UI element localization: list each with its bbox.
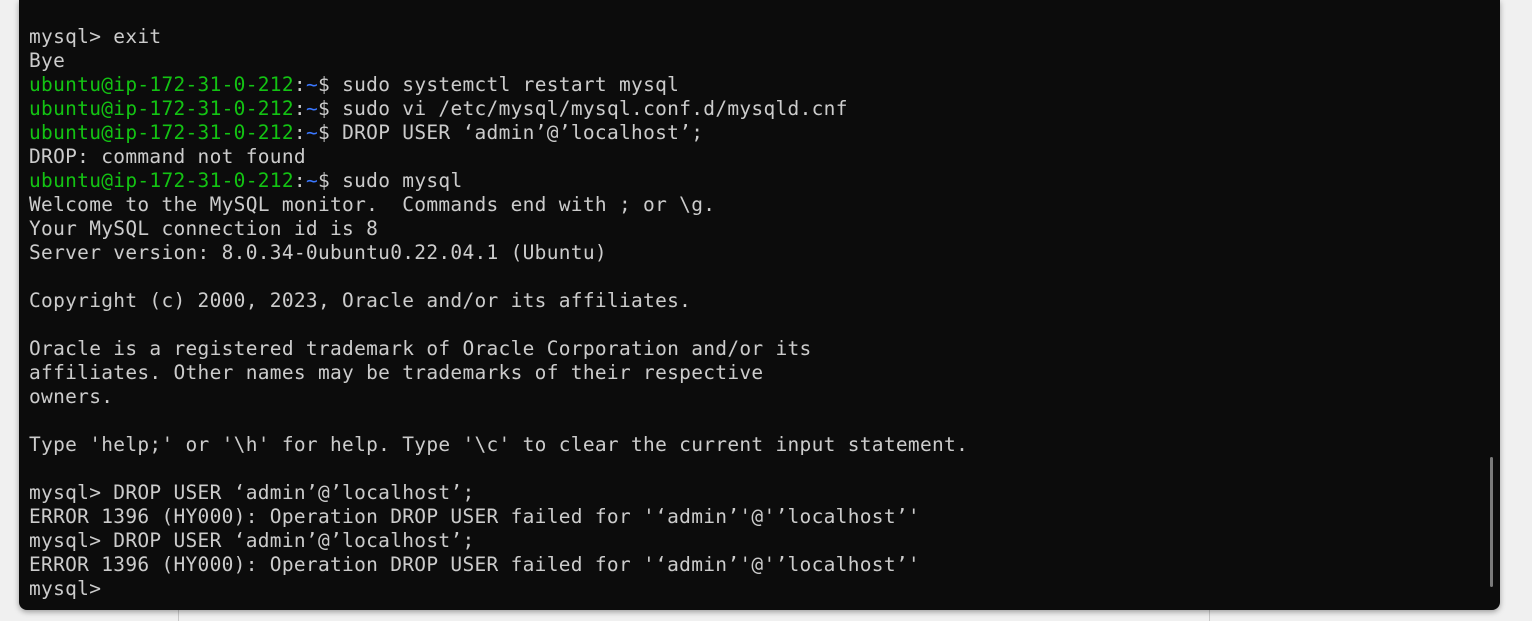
prompt-separator: : [293,169,306,192]
terminal-output[interactable]: mysql> exit Bye ubuntu@ip-172-31-0-212:~$ … [29,25,968,601]
prompt-user: ubuntu@ip-172-31-0-212 [29,97,294,120]
output-line: DROP: command not found [29,145,306,168]
output-line: owners. [29,385,114,408]
prompt-symbol: $ [317,121,343,144]
output-line: ERROR 1396 (HY000): Operation DROP USER … [29,553,920,576]
scrollbar-thumb[interactable] [1490,457,1493,587]
output-line: Welcome to the MySQL monitor. Commands e… [29,193,716,216]
command-text: sudo systemctl restart mysql [342,73,680,96]
output-line: mysql> DROP USER ‘admin’@’localhost’; [29,529,475,552]
shell-prompt-line: ubuntu@ip-172-31-0-212:~$ sudo vi /etc/m… [29,97,968,121]
prompt-path: ~ [305,169,318,192]
prompt-user: ubuntu@ip-172-31-0-212 [29,121,294,144]
output-line: Oracle is a registered trademark of Orac… [29,337,812,360]
shell-prompt-line: ubuntu@ip-172-31-0-212:~$ sudo mysql [29,169,968,193]
output-line: affiliates. Other names may be trademark… [29,361,764,384]
prompt-symbol: $ [317,97,343,120]
prompt-path: ~ [305,73,318,96]
output-line: Server version: 8.0.34-0ubuntu0.22.04.1 … [29,241,607,264]
prompt-user: ubuntu@ip-172-31-0-212 [29,73,294,96]
output-line: mysql> DROP USER ‘admin’@’localhost’; [29,481,475,504]
output-line: ERROR 1396 (HY000): Operation DROP USER … [29,505,920,528]
output-line: Copyright (c) 2000, 2023, Oracle and/or … [29,289,692,312]
output-line: mysql> exit [29,25,162,48]
output-line: Bye [29,49,66,72]
output-line: Type 'help;' or '\h' for help. Type '\c'… [29,433,969,456]
prompt-path: ~ [305,121,318,144]
command-text: sudo vi /etc/mysql/mysql.conf.d/mysqld.c… [342,97,848,120]
output-line: mysql> [29,577,114,600]
shell-prompt-line: ubuntu@ip-172-31-0-212:~$ sudo systemctl… [29,73,968,97]
prompt-separator: : [293,121,306,144]
prompt-symbol: $ [317,73,343,96]
output-line: Your MySQL connection id is 8 [29,217,379,240]
prompt-path: ~ [305,97,318,120]
prompt-symbol: $ [317,169,343,192]
prompt-user: ubuntu@ip-172-31-0-212 [29,169,294,192]
terminal-window[interactable]: mysql> exit Bye ubuntu@ip-172-31-0-212:~$ … [19,0,1500,610]
shell-prompt-line: ubuntu@ip-172-31-0-212:~$ DROP USER ‘adm… [29,121,968,145]
command-text: DROP USER ‘admin’@’localhost’; [342,121,704,144]
prompt-separator: : [293,73,306,96]
prompt-separator: : [293,97,306,120]
command-text: sudo mysql [342,169,463,192]
